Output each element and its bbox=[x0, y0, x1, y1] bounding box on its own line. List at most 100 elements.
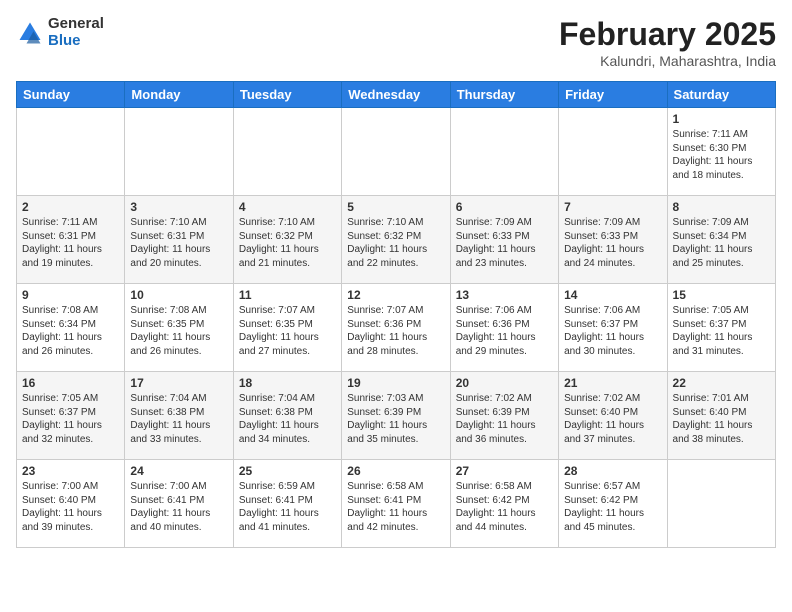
day-info: Sunrise: 7:00 AM Sunset: 6:41 PM Dayligh… bbox=[130, 480, 227, 534]
day-number: 16 bbox=[22, 376, 119, 390]
day-info: Sunrise: 7:07 AM Sunset: 6:36 PM Dayligh… bbox=[347, 304, 444, 358]
day-info: Sunrise: 7:03 AM Sunset: 6:39 PM Dayligh… bbox=[347, 392, 444, 446]
day-number: 10 bbox=[130, 288, 227, 302]
day-number: 20 bbox=[456, 376, 553, 390]
day-info: Sunrise: 7:09 AM Sunset: 6:34 PM Dayligh… bbox=[673, 216, 770, 270]
calendar-cell bbox=[233, 108, 341, 196]
calendar-week-row: 1Sunrise: 7:11 AM Sunset: 6:30 PM Daylig… bbox=[17, 108, 776, 196]
calendar-cell: 2 Sunrise: 7:11 AM Sunset: 6:31 PM Daylig… bbox=[17, 196, 125, 284]
calendar-week-row: 16 Sunrise: 7:05 AM Sunset: 6:37 PM Dayli… bbox=[17, 372, 776, 460]
day-info: Sunrise: 6:58 AM Sunset: 6:42 PM Dayligh… bbox=[456, 480, 553, 534]
calendar-cell: 16 Sunrise: 7:05 AM Sunset: 6:37 PM Dayli… bbox=[17, 372, 125, 460]
calendar-cell: 14Sunrise: 7:06 AM Sunset: 6:37 PM Dayli… bbox=[559, 284, 667, 372]
logo-text: General Blue bbox=[48, 16, 104, 49]
calendar-week-row: 23 Sunrise: 7:00 AM Sunset: 6:40 PM Dayli… bbox=[17, 460, 776, 548]
month-title: February 2025 bbox=[559, 16, 776, 53]
logo-blue: Blue bbox=[48, 33, 104, 50]
calendar-week-row: 9Sunrise: 7:08 AM Sunset: 6:34 PM Daylig… bbox=[17, 284, 776, 372]
calendar-cell bbox=[667, 460, 775, 548]
calendar-cell: 28 Sunrise: 6:57 AM Sunset: 6:42 PM Dayli… bbox=[559, 460, 667, 548]
day-info: Sunrise: 7:11 AM Sunset: 6:30 PM Dayligh… bbox=[673, 128, 770, 182]
calendar-cell: 7Sunrise: 7:09 AM Sunset: 6:33 PM Daylig… bbox=[559, 196, 667, 284]
day-info: Sunrise: 6:59 AM Sunset: 6:41 PM Dayligh… bbox=[239, 480, 336, 534]
logo: General Blue bbox=[16, 16, 104, 49]
calendar-cell: 20 Sunrise: 7:02 AM Sunset: 6:39 PM Dayli… bbox=[450, 372, 558, 460]
location-subtitle: Kalundri, Maharashtra, India bbox=[559, 53, 776, 69]
day-number: 21 bbox=[564, 376, 661, 390]
calendar-cell bbox=[559, 108, 667, 196]
calendar-cell: 9Sunrise: 7:08 AM Sunset: 6:34 PM Daylig… bbox=[17, 284, 125, 372]
day-info: Sunrise: 7:04 AM Sunset: 6:38 PM Dayligh… bbox=[130, 392, 227, 446]
day-number: 19 bbox=[347, 376, 444, 390]
day-number: 3 bbox=[130, 200, 227, 214]
calendar-week-row: 2 Sunrise: 7:11 AM Sunset: 6:31 PM Daylig… bbox=[17, 196, 776, 284]
day-number: 25 bbox=[239, 464, 336, 478]
day-info: Sunrise: 6:57 AM Sunset: 6:42 PM Dayligh… bbox=[564, 480, 661, 534]
calendar-cell bbox=[342, 108, 450, 196]
weekday-header: Tuesday bbox=[233, 82, 341, 108]
day-number: 5 bbox=[347, 200, 444, 214]
calendar-cell: 6Sunrise: 7:09 AM Sunset: 6:33 PM Daylig… bbox=[450, 196, 558, 284]
day-info: Sunrise: 7:05 AM Sunset: 6:37 PM Dayligh… bbox=[673, 304, 770, 358]
calendar-cell: 17Sunrise: 7:04 AM Sunset: 6:38 PM Dayli… bbox=[125, 372, 233, 460]
calendar-table: SundayMondayTuesdayWednesdayThursdayFrid… bbox=[16, 81, 776, 548]
calendar-cell: 21 Sunrise: 7:02 AM Sunset: 6:40 PM Dayli… bbox=[559, 372, 667, 460]
day-number: 12 bbox=[347, 288, 444, 302]
day-number: 23 bbox=[22, 464, 119, 478]
day-info: Sunrise: 7:05 AM Sunset: 6:37 PM Dayligh… bbox=[22, 392, 119, 446]
calendar-cell: 23 Sunrise: 7:00 AM Sunset: 6:40 PM Dayli… bbox=[17, 460, 125, 548]
day-info: Sunrise: 7:02 AM Sunset: 6:40 PM Dayligh… bbox=[564, 392, 661, 446]
day-number: 24 bbox=[130, 464, 227, 478]
calendar-cell: 11 Sunrise: 7:07 AM Sunset: 6:35 PM Dayli… bbox=[233, 284, 341, 372]
calendar-cell bbox=[125, 108, 233, 196]
page-header: General Blue February 2025 Kalundri, Mah… bbox=[16, 16, 776, 69]
calendar-cell: 19 Sunrise: 7:03 AM Sunset: 6:39 PM Dayli… bbox=[342, 372, 450, 460]
weekday-header: Thursday bbox=[450, 82, 558, 108]
day-number: 15 bbox=[673, 288, 770, 302]
calendar-cell: 5 Sunrise: 7:10 AM Sunset: 6:32 PM Daylig… bbox=[342, 196, 450, 284]
calendar-cell: 3 Sunrise: 7:10 AM Sunset: 6:31 PM Daylig… bbox=[125, 196, 233, 284]
day-info: Sunrise: 6:58 AM Sunset: 6:41 PM Dayligh… bbox=[347, 480, 444, 534]
day-number: 4 bbox=[239, 200, 336, 214]
day-info: Sunrise: 7:00 AM Sunset: 6:40 PM Dayligh… bbox=[22, 480, 119, 534]
day-number: 13 bbox=[456, 288, 553, 302]
day-number: 11 bbox=[239, 288, 336, 302]
day-number: 2 bbox=[22, 200, 119, 214]
day-info: Sunrise: 7:04 AM Sunset: 6:38 PM Dayligh… bbox=[239, 392, 336, 446]
day-info: Sunrise: 7:09 AM Sunset: 6:33 PM Dayligh… bbox=[564, 216, 661, 270]
day-info: Sunrise: 7:11 AM Sunset: 6:31 PM Dayligh… bbox=[22, 216, 119, 270]
day-info: Sunrise: 7:08 AM Sunset: 6:35 PM Dayligh… bbox=[130, 304, 227, 358]
calendar-cell: 1Sunrise: 7:11 AM Sunset: 6:30 PM Daylig… bbox=[667, 108, 775, 196]
title-block: February 2025 Kalundri, Maharashtra, Ind… bbox=[559, 16, 776, 69]
calendar-cell: 8 Sunrise: 7:09 AM Sunset: 6:34 PM Daylig… bbox=[667, 196, 775, 284]
day-number: 14 bbox=[564, 288, 661, 302]
day-number: 28 bbox=[564, 464, 661, 478]
calendar-cell: 13 Sunrise: 7:06 AM Sunset: 6:36 PM Dayli… bbox=[450, 284, 558, 372]
day-info: Sunrise: 7:10 AM Sunset: 6:32 PM Dayligh… bbox=[347, 216, 444, 270]
logo-general: General bbox=[48, 16, 104, 33]
calendar-cell: 15 Sunrise: 7:05 AM Sunset: 6:37 PM Dayli… bbox=[667, 284, 775, 372]
weekday-header: Saturday bbox=[667, 82, 775, 108]
calendar-cell: 24 Sunrise: 7:00 AM Sunset: 6:41 PM Dayli… bbox=[125, 460, 233, 548]
day-number: 27 bbox=[456, 464, 553, 478]
day-number: 26 bbox=[347, 464, 444, 478]
day-number: 8 bbox=[673, 200, 770, 214]
calendar-cell: 26 Sunrise: 6:58 AM Sunset: 6:41 PM Dayli… bbox=[342, 460, 450, 548]
weekday-header: Friday bbox=[559, 82, 667, 108]
day-info: Sunrise: 7:09 AM Sunset: 6:33 PM Dayligh… bbox=[456, 216, 553, 270]
day-info: Sunrise: 7:02 AM Sunset: 6:39 PM Dayligh… bbox=[456, 392, 553, 446]
weekday-header: Sunday bbox=[17, 82, 125, 108]
calendar-cell: 10 Sunrise: 7:08 AM Sunset: 6:35 PM Dayli… bbox=[125, 284, 233, 372]
day-info: Sunrise: 7:10 AM Sunset: 6:31 PM Dayligh… bbox=[130, 216, 227, 270]
calendar-cell: 4Sunrise: 7:10 AM Sunset: 6:32 PM Daylig… bbox=[233, 196, 341, 284]
weekday-header: Wednesday bbox=[342, 82, 450, 108]
calendar-cell: 12 Sunrise: 7:07 AM Sunset: 6:36 PM Dayli… bbox=[342, 284, 450, 372]
day-info: Sunrise: 7:06 AM Sunset: 6:36 PM Dayligh… bbox=[456, 304, 553, 358]
day-info: Sunrise: 7:08 AM Sunset: 6:34 PM Dayligh… bbox=[22, 304, 119, 358]
day-info: Sunrise: 7:07 AM Sunset: 6:35 PM Dayligh… bbox=[239, 304, 336, 358]
day-number: 18 bbox=[239, 376, 336, 390]
day-number: 22 bbox=[673, 376, 770, 390]
calendar-cell: 22Sunrise: 7:01 AM Sunset: 6:40 PM Dayli… bbox=[667, 372, 775, 460]
weekday-header: Monday bbox=[125, 82, 233, 108]
calendar-cell: 18 Sunrise: 7:04 AM Sunset: 6:38 PM Dayli… bbox=[233, 372, 341, 460]
